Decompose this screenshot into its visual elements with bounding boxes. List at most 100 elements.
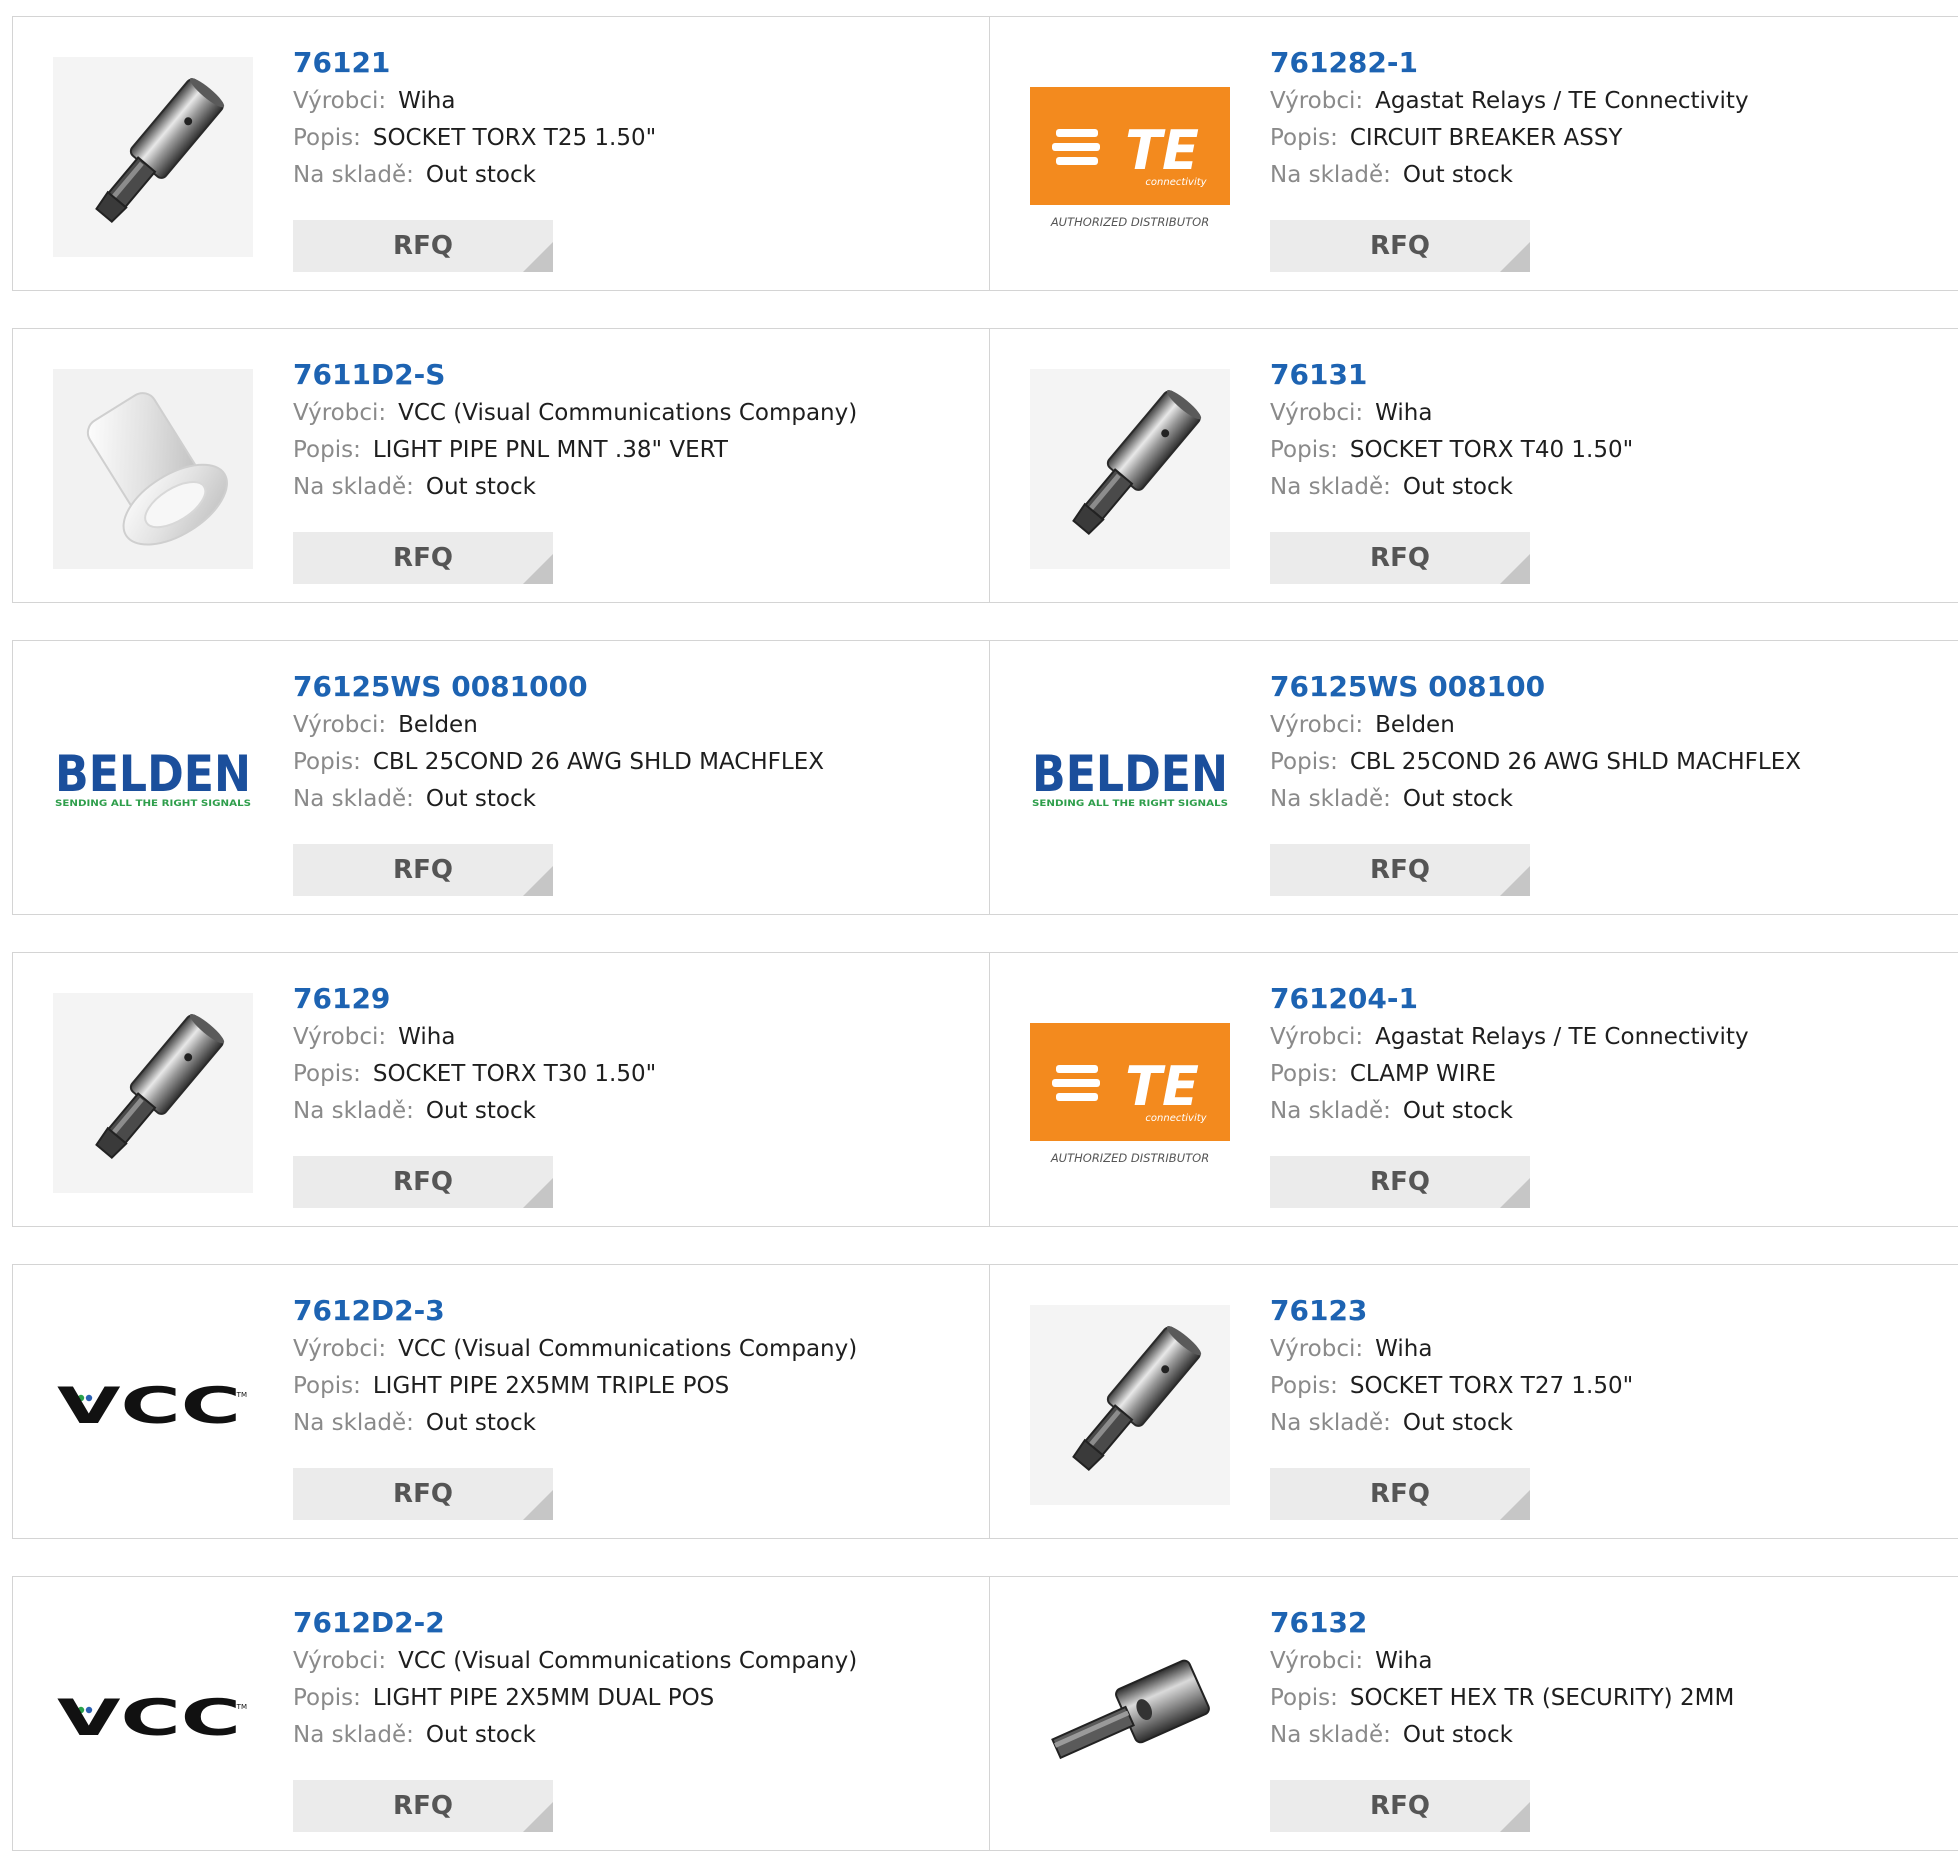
corner-triangle-icon xyxy=(523,242,553,272)
manufacturer-line: Výrobci: VCC (Visual Communications Compa… xyxy=(293,395,979,432)
rfq-button-label: RFQ xyxy=(393,1167,453,1197)
rfq-button-label: RFQ xyxy=(393,1479,453,1509)
corner-triangle-icon xyxy=(1500,242,1530,272)
description-label: Popis: xyxy=(293,125,361,151)
belden-logo[interactable]: BELDEN SENDING ALL THE RIGHT SIGNALS xyxy=(53,681,253,881)
description-label: Popis: xyxy=(1270,125,1338,151)
te-connectivity-logo[interactable]: TE connectivity AUTHORIZED DISTRIBUTOR xyxy=(1030,57,1230,257)
product-card: VCC TM 7612D2-3 Výrobci: VCC (Visual Communi… xyxy=(13,1265,990,1538)
vcc-logo[interactable]: VCC TM xyxy=(53,1617,253,1817)
rfq-button[interactable]: RFQ xyxy=(293,1780,553,1832)
product-row: VCC TM 7612D2-2 Výrobci: VCC (Visual Communi… xyxy=(12,1576,1958,1851)
rfq-button-label: RFQ xyxy=(1370,1167,1430,1197)
part-number-link[interactable]: 76132 xyxy=(1270,1605,1949,1643)
manufacturer-value: VCC (Visual Communications Company) xyxy=(398,1336,858,1362)
product-row: VCC TM 7612D2-3 Výrobci: VCC (Visual Communi… xyxy=(12,1264,1958,1539)
manufacturer-label: Výrobci: xyxy=(293,400,387,426)
stock-label: Na skladě: xyxy=(1270,1410,1391,1436)
part-number-link[interactable]: 76121 xyxy=(293,45,979,83)
rfq-button[interactable]: RFQ xyxy=(293,220,553,272)
stock-line: Na skladě: Out stock xyxy=(1270,781,1949,818)
description-label: Popis: xyxy=(1270,437,1338,463)
manufacturer-label: Výrobci: xyxy=(1270,1648,1364,1674)
rfq-button[interactable]: RFQ xyxy=(1270,1780,1530,1832)
svg-text:AUTHORIZED DISTRIBUTOR: AUTHORIZED DISTRIBUTOR xyxy=(1050,215,1209,229)
manufacturer-value: Agastat Relays / TE Connectivity xyxy=(1375,1024,1749,1050)
product-card: 76132 Výrobci: Wiha Popis: SOCKET HEX TR (SE… xyxy=(990,1577,1958,1850)
part-number-link[interactable]: 7612D2-2 xyxy=(293,1605,979,1643)
hex-socket-image[interactable] xyxy=(1030,1617,1230,1817)
rfq-button-label: RFQ xyxy=(393,231,453,261)
product-info: 7612D2-2 Výrobci: VCC (Visual Communicatio… xyxy=(293,1605,979,1754)
part-number-link[interactable]: 7612D2-3 xyxy=(293,1293,979,1331)
belden-logo[interactable]: BELDEN SENDING ALL THE RIGHT SIGNALS xyxy=(1030,681,1230,881)
rfq-button-label: RFQ xyxy=(1370,1479,1430,1509)
stock-value: Out stock xyxy=(1402,1410,1513,1436)
torx-socket-image[interactable] xyxy=(53,993,253,1193)
manufacturer-line: Výrobci: Agastat Relays / TE Connectivity xyxy=(1270,1019,1949,1056)
stock-line: Na skladě: Out stock xyxy=(1270,1405,1949,1442)
description-label: Popis: xyxy=(1270,1373,1338,1399)
svg-text:VCC: VCC xyxy=(57,1689,241,1747)
stock-line: Na skladě: Out stock xyxy=(293,469,979,506)
rfq-button[interactable]: RFQ xyxy=(1270,1156,1530,1208)
description-line: Popis: SOCKET TORX T27 1.50" xyxy=(1270,1368,1949,1405)
part-number-link[interactable]: 761204-1 xyxy=(1270,981,1949,1019)
part-number-link[interactable]: 7611D2-S xyxy=(293,357,979,395)
product-info: 76131 Výrobci: Wiha Popis: SOCKET TORX T40 1… xyxy=(1270,357,1949,506)
manufacturer-value: Wiha xyxy=(1375,1336,1433,1362)
rfq-button[interactable]: RFQ xyxy=(293,1468,553,1520)
rfq-button[interactable]: RFQ xyxy=(293,844,553,896)
stock-label: Na skladě: xyxy=(1270,162,1391,188)
manufacturer-label: Výrobci: xyxy=(1270,712,1364,738)
description-line: Popis: LIGHT PIPE 2X5MM TRIPLE POS xyxy=(293,1368,979,1405)
manufacturer-label: Výrobci: xyxy=(293,1648,387,1674)
rfq-button[interactable]: RFQ xyxy=(1270,220,1530,272)
part-number-link[interactable]: 761282-1 xyxy=(1270,45,1949,83)
product-card: 7611D2-S Výrobci: VCC (Visual Communicatio… xyxy=(13,329,990,602)
manufacturer-line: Výrobci: Wiha xyxy=(293,83,979,120)
rfq-button[interactable]: RFQ xyxy=(1270,844,1530,896)
part-number-link[interactable]: 76125WS 008100 xyxy=(1270,669,1949,707)
part-number-link[interactable]: 76125WS 0081000 xyxy=(293,669,979,707)
product-card: 76131 Výrobci: Wiha Popis: SOCKET TORX T40 1… xyxy=(990,329,1958,602)
description-line: Popis: SOCKET HEX TR (SECURITY) 2MM xyxy=(1270,1680,1949,1717)
manufacturer-value: Wiha xyxy=(1375,1648,1433,1674)
description-value: SOCKET TORX T30 1.50" xyxy=(372,1061,657,1087)
description-label: Popis: xyxy=(1270,749,1338,775)
svg-text:connectivity: connectivity xyxy=(1145,1113,1207,1124)
corner-triangle-icon xyxy=(523,1178,553,1208)
description-line: Popis: LIGHT PIPE PNL MNT .38" VERT xyxy=(293,432,979,469)
stock-line: Na skladě: Out stock xyxy=(293,1093,979,1130)
manufacturer-value: Wiha xyxy=(398,88,456,114)
rfq-button[interactable]: RFQ xyxy=(1270,1468,1530,1520)
description-label: Popis: xyxy=(293,1373,361,1399)
description-value: CBL 25COND 26 AWG SHLD MACHFLEX xyxy=(372,749,824,775)
torx-socket-image[interactable] xyxy=(1030,369,1230,569)
torx-socket-image[interactable] xyxy=(53,57,253,257)
svg-text:AUTHORIZED DISTRIBUTOR: AUTHORIZED DISTRIBUTOR xyxy=(1050,1151,1209,1165)
description-value: LIGHT PIPE 2X5MM TRIPLE POS xyxy=(372,1373,730,1399)
stock-label: Na skladě: xyxy=(293,162,414,188)
svg-text:TE: TE xyxy=(1125,1055,1199,1118)
description-value: SOCKET TORX T27 1.50" xyxy=(1349,1373,1634,1399)
rfq-button[interactable]: RFQ xyxy=(1270,532,1530,584)
rfq-button[interactable]: RFQ xyxy=(293,532,553,584)
vcc-logo[interactable]: VCC TM xyxy=(53,1305,253,1505)
part-number-link[interactable]: 76129 xyxy=(293,981,979,1019)
description-line: Popis: SOCKET TORX T30 1.50" xyxy=(293,1056,979,1093)
stock-line: Na skladě: Out stock xyxy=(1270,1093,1949,1130)
product-info: 761282-1 Výrobci: Agastat Relays / TE Conn… xyxy=(1270,45,1949,194)
light-pipe-image[interactable] xyxy=(53,369,253,569)
te-connectivity-logo[interactable]: TE connectivity AUTHORIZED DISTRIBUTOR xyxy=(1030,993,1230,1193)
product-card: 76129 Výrobci: Wiha Popis: SOCKET TORX T30 1… xyxy=(13,953,990,1226)
svg-text:VCC: VCC xyxy=(57,1377,241,1435)
product-row: 7611D2-S Výrobci: VCC (Visual Communicatio… xyxy=(12,328,1958,603)
stock-label: Na skladě: xyxy=(1270,474,1391,500)
stock-value: Out stock xyxy=(425,162,536,188)
svg-text:TE: TE xyxy=(1125,119,1199,182)
part-number-link[interactable]: 76123 xyxy=(1270,1293,1949,1331)
part-number-link[interactable]: 76131 xyxy=(1270,357,1949,395)
rfq-button[interactable]: RFQ xyxy=(293,1156,553,1208)
torx-socket-image[interactable] xyxy=(1030,1305,1230,1505)
